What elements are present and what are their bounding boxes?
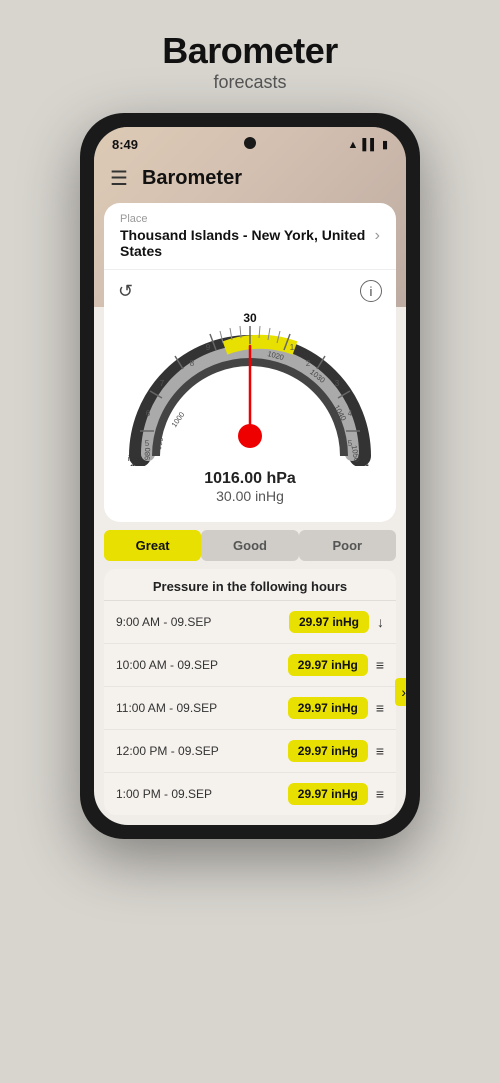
svg-text:29: 29 (130, 463, 140, 466)
svg-text:6: 6 (146, 409, 151, 418)
gauge-container: 30 8 9 7 6 5 1 2 3 4 5 1000 1010 (114, 306, 386, 466)
forecast-badge: 29.97 inHg (288, 697, 368, 719)
chevron-right-icon: › (375, 227, 380, 245)
info-icon[interactable]: i (360, 280, 382, 302)
trend-icon-down: ↓ (377, 614, 384, 630)
table-row: 11:00 AM - 09.SEP 29.97 inHg ≡ (104, 687, 396, 730)
forecast-right: 29.97 inHg ≡ (288, 654, 384, 676)
page-title: Barometer (162, 30, 338, 72)
svg-text:31: 31 (360, 463, 370, 466)
table-row: 10:00 AM - 09.SEP 29.97 inHg ≡ (104, 644, 396, 687)
camera-notch (244, 137, 256, 149)
gauge-inhg: 30.00 inHg (114, 488, 386, 504)
tab-good[interactable]: Good (201, 530, 298, 561)
tab-poor[interactable]: Poor (299, 530, 396, 561)
svg-text:990: 990 (154, 436, 165, 450)
tab-great[interactable]: Great (104, 530, 201, 561)
trend-icon-equal: ≡ (376, 700, 384, 716)
forecast-right: 29.97 inHg ≡ (288, 783, 384, 805)
gauge-section: ↺ i (104, 270, 396, 522)
tab-row: Great Good Poor (104, 530, 396, 561)
menu-icon[interactable]: ☰ (110, 166, 128, 191)
trend-icon-equal: ≡ (376, 743, 384, 759)
svg-text:8: 8 (190, 359, 195, 368)
gauge-hpa: 1016.00 hPa (114, 470, 386, 488)
place-info: Place Thousand Islands - New York, Unite… (120, 213, 375, 259)
forecast-title: Pressure in the following hours (104, 569, 396, 601)
table-row: 1:00 PM - 09.SEP 29.97 inHg ≡ (104, 773, 396, 815)
svg-text:7: 7 (160, 379, 165, 388)
page-subtitle: forecasts (162, 72, 338, 93)
battery-icon: ▮ (382, 138, 388, 151)
place-section[interactable]: Place Thousand Islands - New York, Unite… (104, 203, 396, 270)
phone-screen: 8:49 ▲ ▌▌ ▮ ☰ Barometer Place Thousand I… (94, 127, 406, 825)
forecast-wrapper: Pressure in the following hours 9:00 AM … (94, 569, 406, 815)
svg-text:9: 9 (206, 343, 211, 352)
signal-icon: ▌▌ (362, 139, 378, 151)
status-bar: 8:49 ▲ ▌▌ ▮ (94, 127, 406, 158)
svg-text:3: 3 (335, 379, 340, 388)
forecast-section: Pressure in the following hours 9:00 AM … (104, 569, 396, 815)
forecast-badge: 29.97 inHg (288, 740, 368, 762)
table-row: 9:00 AM - 09.SEP 29.97 inHg ↓ (104, 601, 396, 644)
wifi-icon: ▲ (347, 139, 358, 151)
page-header: Barometer forecasts (162, 30, 338, 93)
trend-icon-equal: ≡ (376, 786, 384, 802)
svg-text:1: 1 (290, 343, 295, 352)
table-row: 12:00 PM - 09.SEP 29.97 inHg ≡ (104, 730, 396, 773)
forecast-badge: 29.97 inHg (288, 654, 368, 676)
phone-shell: 8:49 ▲ ▌▌ ▮ ☰ Barometer Place Thousand I… (80, 113, 420, 839)
app-bar-title: Barometer (142, 167, 242, 190)
expand-arrow[interactable]: › (395, 678, 406, 706)
forecast-time: 10:00 AM - 09.SEP (116, 658, 218, 672)
forecast-right: 29.97 inHg ↓ (289, 611, 384, 633)
place-label: Place (120, 213, 375, 225)
barometer-gauge: 30 8 9 7 6 5 1 2 3 4 5 1000 1010 (120, 306, 380, 466)
forecast-right: 29.97 inHg ≡ (288, 697, 384, 719)
svg-text:980: 980 (143, 448, 152, 461)
main-card: Place Thousand Islands - New York, Unite… (104, 203, 396, 522)
status-time: 8:49 (112, 137, 138, 152)
place-name: Thousand Islands - New York, United Stat… (120, 227, 375, 259)
forecast-time: 11:00 AM - 09.SEP (116, 701, 217, 715)
status-icons: ▲ ▌▌ ▮ (347, 138, 388, 151)
forecast-badge: 29.97 inHg (289, 611, 369, 633)
forecast-time: 1:00 PM - 09.SEP (116, 787, 212, 801)
app-bar: ☰ Barometer (94, 158, 406, 203)
forecast-time: 9:00 AM - 09.SEP (116, 615, 211, 629)
forecast-badge: 29.97 inHg (288, 783, 368, 805)
forecast-time: 12:00 PM - 09.SEP (116, 744, 219, 758)
svg-text:30: 30 (243, 311, 257, 325)
svg-text:5: 5 (145, 439, 150, 448)
forecast-right: 29.97 inHg ≡ (288, 740, 384, 762)
svg-text:inHg: inHg (128, 456, 143, 463)
svg-text:2: 2 (306, 359, 311, 368)
refresh-icon[interactable]: ↺ (118, 281, 133, 302)
gauge-readings: 1016.00 hPa 30.00 inHg (114, 466, 386, 516)
trend-icon-equal: ≡ (376, 657, 384, 673)
gauge-controls: ↺ i (114, 280, 386, 302)
svg-text:1000: 1000 (169, 410, 186, 429)
